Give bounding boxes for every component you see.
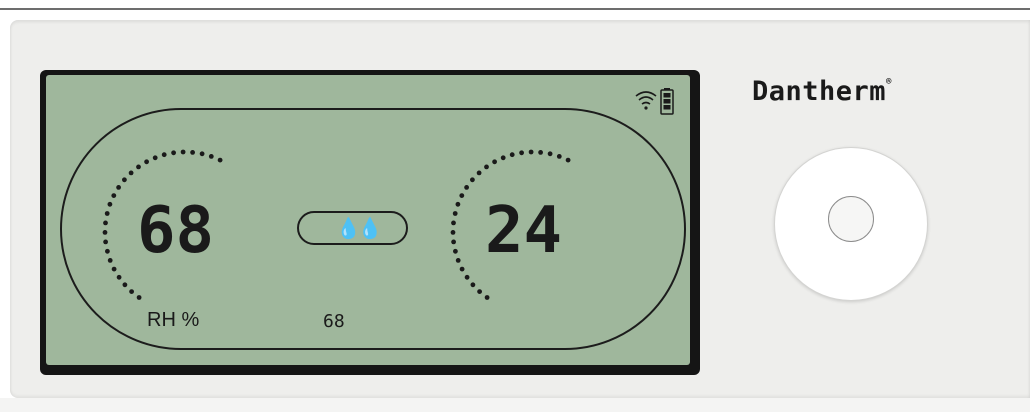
arc-dot <box>459 266 465 272</box>
brand-logo: Dantherm® <box>752 76 892 107</box>
arc-dot <box>136 295 142 300</box>
arc-dot <box>104 211 110 216</box>
arc-dot <box>528 149 534 155</box>
arc-dot <box>144 159 150 165</box>
arc-dot <box>128 170 134 176</box>
arc-dot <box>180 149 186 155</box>
humidity-unit-label: RH % <box>147 309 200 331</box>
arc-dot <box>111 193 117 199</box>
arc-dot <box>547 151 553 157</box>
humidity-reading: 68 <box>137 194 215 268</box>
arc-dot <box>152 155 158 161</box>
registered-mark: ® <box>886 77 892 87</box>
battery-icon <box>660 88 674 115</box>
arc-dot <box>217 157 223 163</box>
arc-dot <box>122 282 128 288</box>
arc-dot <box>556 154 562 159</box>
arc-dot <box>103 220 108 226</box>
arc-dot <box>116 185 121 190</box>
arc-dot <box>111 266 117 272</box>
arc-dot <box>565 157 571 163</box>
arc-dot <box>500 155 506 161</box>
arc-dot <box>190 150 196 155</box>
arc-dot <box>538 150 543 155</box>
arc-dot <box>464 185 469 190</box>
arc-dot <box>492 159 497 165</box>
arc-dot <box>452 211 458 216</box>
brand-name: Dantherm <box>752 76 887 107</box>
water-drops-icon: 💧💧 <box>336 218 383 240</box>
arc-dot <box>129 289 135 294</box>
arc-dot <box>171 150 177 156</box>
arc-dot <box>519 150 524 156</box>
arc-dot <box>455 258 461 263</box>
arc-dot <box>509 152 515 158</box>
arc-dot <box>470 282 476 288</box>
arc-dot <box>116 274 122 280</box>
arc-dot <box>208 154 214 159</box>
arc-dot <box>477 289 482 294</box>
arc-dot <box>476 170 482 176</box>
arc-dot <box>464 274 470 280</box>
arc-dot <box>136 164 141 170</box>
arc-dot <box>451 220 456 226</box>
center-button[interactable] <box>828 196 874 242</box>
arc-dot <box>199 151 205 157</box>
arc-dot <box>102 230 108 235</box>
arc-dot <box>484 164 489 170</box>
temperature-reading: 24 <box>485 194 563 268</box>
arc-dot <box>455 201 461 207</box>
arc-dot <box>459 193 465 199</box>
arc-dot <box>470 177 475 183</box>
arc-dot <box>450 230 456 235</box>
arc-dot <box>484 295 490 300</box>
wifi-icon <box>635 91 657 110</box>
arc-dot <box>451 239 456 245</box>
arc-dot <box>161 152 167 158</box>
arc-dot <box>105 248 110 254</box>
arc-dot <box>122 177 127 183</box>
arc-dot <box>453 248 458 254</box>
arc-dot <box>103 239 108 245</box>
arc-dot <box>107 201 113 207</box>
humidity-setpoint: 68 <box>323 311 345 332</box>
arc-dot <box>107 258 113 263</box>
